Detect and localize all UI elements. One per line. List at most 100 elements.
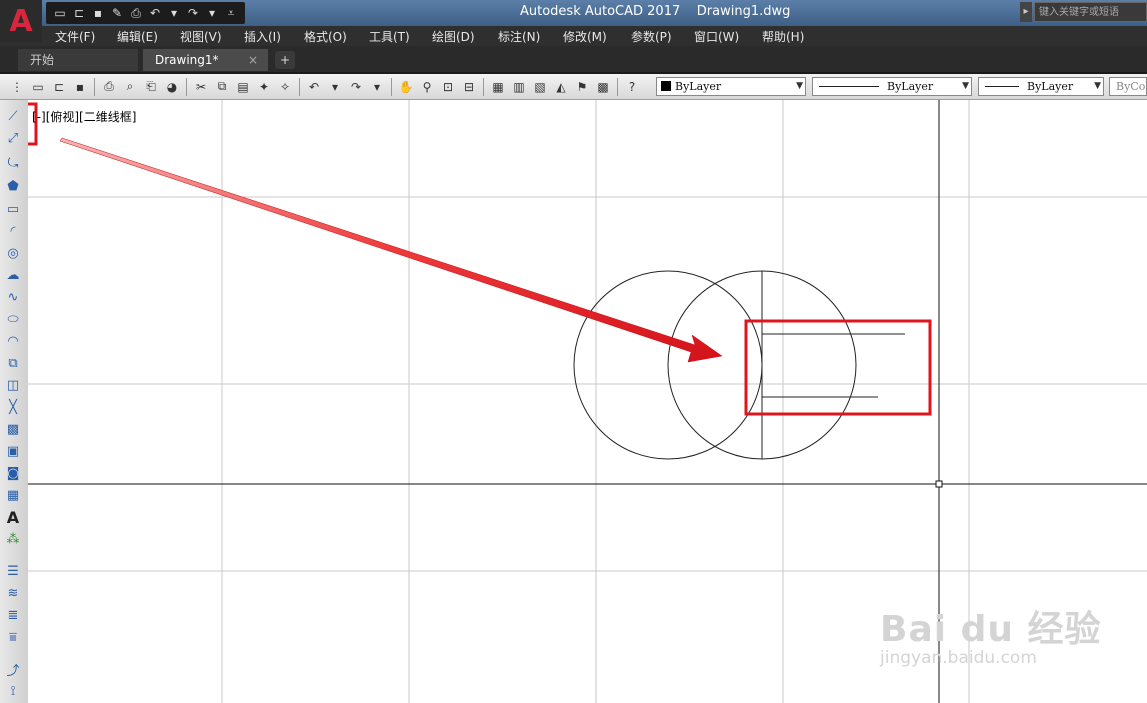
title-bar: ▭ ⊏ ▪ ✎ ⎙ ↶ ▾ ↷ ▾ ⩡ Autodesk AutoCAD 201… — [0, 0, 1147, 26]
construction-line-icon[interactable]: ⤢ — [3, 128, 23, 148]
new-tab-button[interactable]: + — [275, 51, 295, 69]
zoom-previous-icon[interactable]: ⊟ — [460, 78, 478, 96]
hatch-icon[interactable]: ▩ — [3, 419, 23, 439]
paste-icon[interactable]: ▤ — [234, 78, 252, 96]
polyline-icon[interactable]: ⤿ — [3, 153, 23, 173]
zoom-window-icon[interactable]: ⊡ — [439, 78, 457, 96]
tab-start[interactable]: 开始 — [18, 49, 138, 71]
highlight-box-lines — [744, 319, 932, 416]
drawing-geometry — [573, 270, 905, 460]
make-block-icon[interactable]: ◫ — [3, 375, 23, 395]
grip-handle-icon[interactable]: ⋮ — [8, 78, 26, 96]
spline-edit-icon[interactable]: ⟟ — [3, 681, 23, 701]
plot-icon[interactable]: ⎙ — [128, 5, 144, 21]
divider — [617, 77, 618, 96]
divider — [94, 77, 95, 96]
divider — [299, 77, 300, 96]
menu-edit[interactable]: 编辑(E) — [117, 28, 158, 45]
line-icon[interactable]: ⟋ — [3, 106, 23, 126]
undo-dropdown-icon[interactable]: ▾ — [166, 5, 182, 21]
undo-dropdown-icon[interactable]: ▾ — [326, 78, 344, 96]
multiline-text-icon[interactable]: A — [3, 507, 23, 527]
layer-properties-icon[interactable]: ≋ — [3, 583, 23, 603]
linetype-select[interactable]: ByLayer ▼ — [812, 77, 972, 96]
new-icon[interactable]: ▭ — [29, 78, 47, 96]
spline-icon[interactable]: ∿ — [3, 287, 23, 307]
menu-file[interactable]: 文件(F) — [55, 28, 95, 45]
menu-view[interactable]: 视图(V) — [180, 28, 222, 45]
menu-tools[interactable]: 工具(T) — [369, 28, 410, 45]
redo-icon[interactable]: ↷ — [185, 5, 201, 21]
publish-icon[interactable]: ⎗ — [142, 78, 160, 96]
redo-icon[interactable]: ↷ — [347, 78, 365, 96]
undo-icon[interactable]: ↶ — [147, 5, 163, 21]
plot-preview-icon[interactable]: ⌕ — [121, 78, 139, 96]
block-editor-icon[interactable]: ✧ — [276, 78, 294, 96]
search-input[interactable]: 键入关键字或短语 — [1034, 2, 1147, 22]
match-properties-icon[interactable]: ✦ — [255, 78, 273, 96]
save-icon[interactable]: ▪ — [90, 5, 106, 21]
undo-icon[interactable]: ↶ — [305, 78, 323, 96]
search-expand-icon[interactable]: ▸ — [1020, 2, 1032, 22]
layer-states-icon[interactable]: ⩸ — [3, 627, 23, 647]
layer-previous-icon[interactable]: ≣ — [3, 605, 23, 625]
lineweight-select[interactable]: ByLayer ▼ — [978, 77, 1104, 96]
design-center-icon[interactable]: ▥ — [510, 78, 528, 96]
menu-help[interactable]: 帮助(H) — [762, 28, 804, 45]
gradient-icon[interactable]: ▣ — [3, 441, 23, 461]
redo-dropdown-icon[interactable]: ▾ — [204, 5, 220, 21]
open-file-icon[interactable]: ⊏ — [71, 5, 87, 21]
color-select[interactable]: ByLayer ▼ — [656, 77, 806, 96]
color-swatch — [661, 81, 671, 91]
cut-icon[interactable]: ✂ — [192, 78, 210, 96]
tab-drawing1[interactable]: Drawing1* × — [143, 49, 268, 71]
ellipse-arc-icon[interactable]: ◠ — [3, 331, 23, 351]
copy-icon[interactable]: ⧉ — [213, 78, 231, 96]
close-icon[interactable]: × — [248, 49, 258, 71]
menu-parametric[interactable]: 参数(P) — [631, 28, 672, 45]
annotations — [28, 102, 932, 416]
save-as-icon[interactable]: ✎ — [109, 5, 125, 21]
menu-modify[interactable]: 修改(M) — [563, 28, 607, 45]
tool-palettes-icon[interactable]: ▧ — [531, 78, 549, 96]
polyline-edit-icon[interactable]: ⤴ — [3, 659, 23, 679]
table-icon[interactable]: ▦ — [3, 485, 23, 505]
application-menu-button[interactable]: A — [0, 0, 42, 42]
revision-cloud-icon[interactable]: ☁ — [3, 265, 23, 285]
linetype-select-value: ByLayer — [887, 80, 934, 93]
sheet-set-icon[interactable]: ◭ — [552, 78, 570, 96]
circle-icon[interactable]: ◎ — [3, 243, 23, 263]
save-icon[interactable]: ▪ — [71, 78, 89, 96]
pickbox — [935, 480, 943, 488]
customize-qat-icon[interactable]: ⩡ — [223, 5, 239, 21]
region-icon[interactable]: ◙ — [3, 463, 23, 483]
new-file-icon[interactable]: ▭ — [52, 5, 68, 21]
menu-window[interactable]: 窗口(W) — [694, 28, 739, 45]
point-icon[interactable]: ╳ — [3, 397, 23, 417]
plot-style-select[interactable]: ByCol — [1109, 77, 1147, 96]
calculator-icon[interactable]: ▩ — [594, 78, 612, 96]
open-icon[interactable]: ⊏ — [50, 78, 68, 96]
properties-icon[interactable]: ▦ — [489, 78, 507, 96]
3d-print-icon[interactable]: ◕ — [163, 78, 181, 96]
menu-insert[interactable]: 插入(I) — [244, 28, 281, 45]
viewport-controls-label[interactable]: [-][俯视][二维线框] — [32, 108, 136, 125]
rectangle-icon[interactable]: ▭ — [3, 199, 23, 219]
menu-draw[interactable]: 绘图(D) — [432, 28, 475, 45]
help-icon[interactable]: ? — [623, 78, 641, 96]
arc-icon[interactable]: ◜ — [3, 221, 23, 241]
add-selected-icon[interactable]: ⁂ — [3, 529, 23, 549]
layer-icon[interactable]: ☰ — [3, 561, 23, 581]
ellipse-icon[interactable]: ⬭ — [3, 309, 23, 329]
tab-start-label: 开始 — [30, 53, 55, 67]
redo-dropdown-icon[interactable]: ▾ — [368, 78, 386, 96]
polygon-icon[interactable]: ⬟ — [3, 176, 23, 196]
markup-icon[interactable]: ⚑ — [573, 78, 591, 96]
zoom-realtime-icon[interactable]: ⚲ — [418, 78, 436, 96]
plot-icon[interactable]: ⎙ — [100, 78, 118, 96]
pan-icon[interactable]: ✋ — [397, 78, 415, 96]
menu-dimension[interactable]: 标注(N) — [498, 28, 540, 45]
insert-block-icon[interactable]: ⧉ — [3, 353, 23, 373]
menu-format[interactable]: 格式(O) — [304, 28, 347, 45]
lineweight-preview — [985, 86, 1019, 87]
